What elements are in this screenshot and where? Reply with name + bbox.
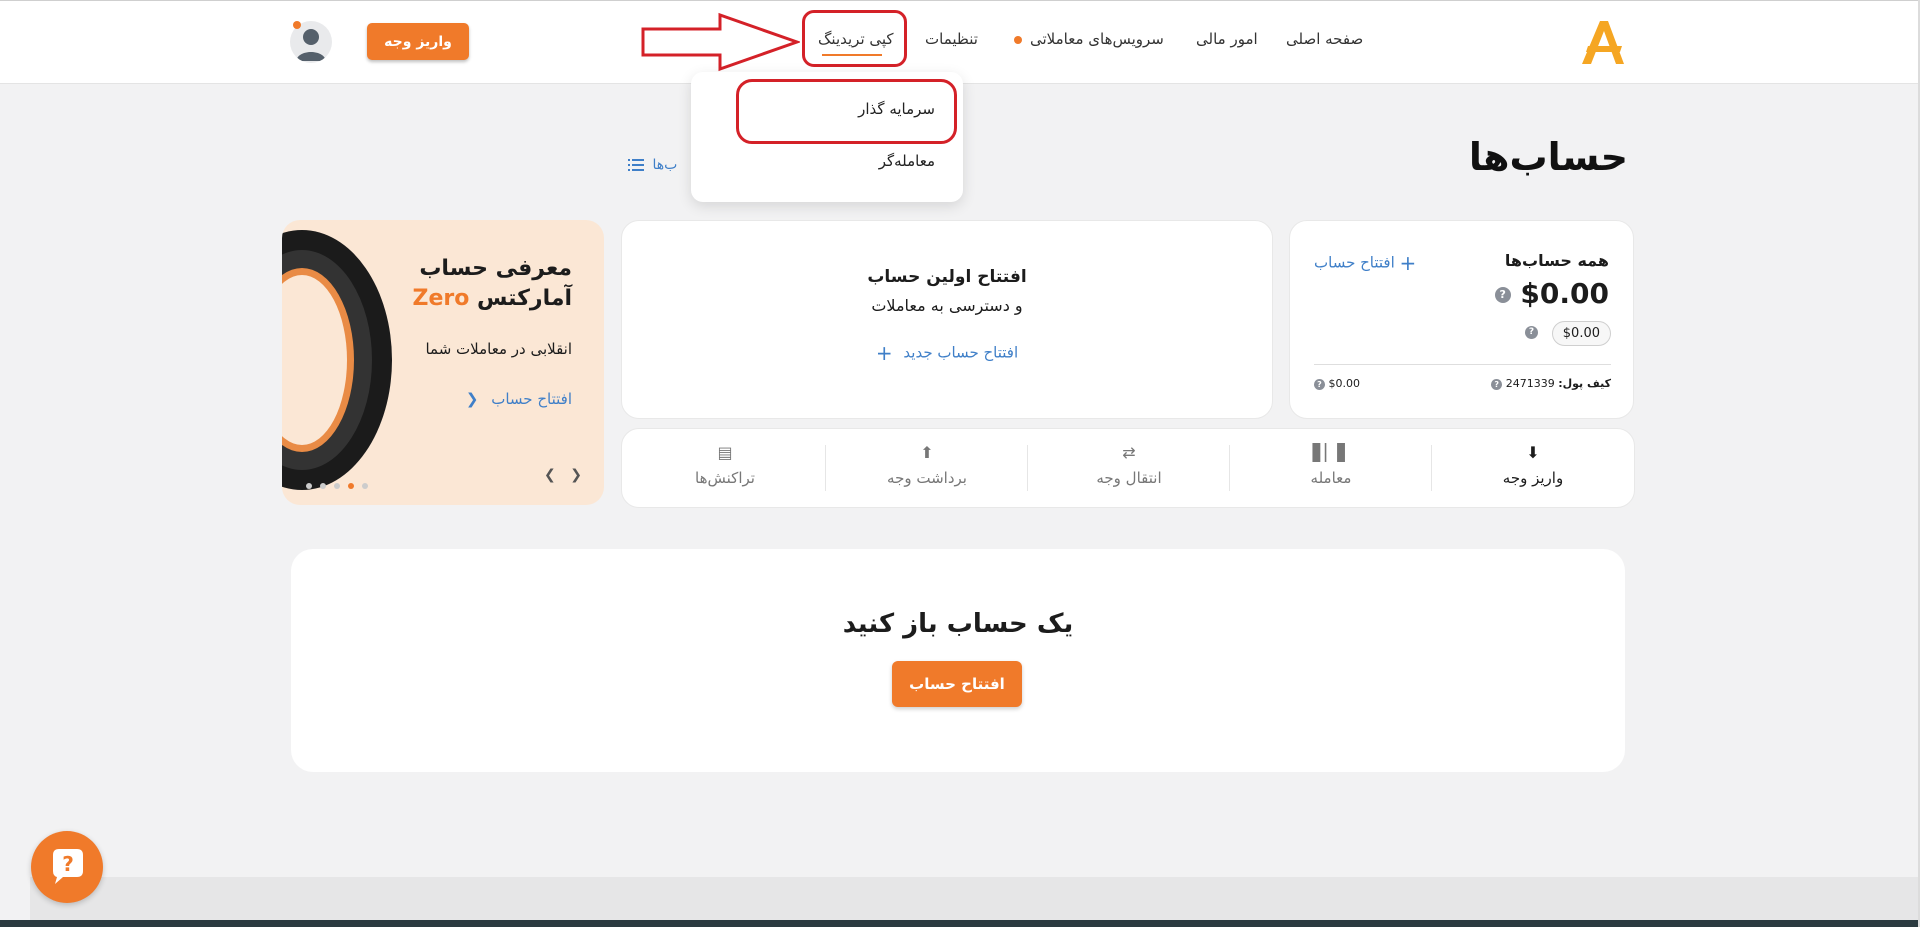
first-account-subtitle: و دسترسی به معاملات [871, 296, 1023, 315]
wallet-balance-value: $0.00 [1328, 377, 1361, 390]
action-transfer[interactable]: ⇄ انتقال وجه [1028, 429, 1230, 507]
open-account-cta-card: یک حساب باز کنید افتتاح حساب [291, 549, 1625, 772]
transfer-icon: ⇄ [1122, 443, 1136, 462]
page-title: حساب‌ها [1468, 135, 1628, 179]
open-account-link[interactable]: + افتتاح حساب [1314, 251, 1416, 275]
action-withdraw-label: برداشت وجه [887, 469, 967, 487]
carousel-nav: ❮ ❯ [544, 467, 582, 483]
help-icon[interactable]: ? [1525, 326, 1538, 339]
total-balance-value: $0.00 [1520, 277, 1609, 310]
upload-icon: ⬆ [920, 443, 934, 462]
help-icon[interactable]: ? [1314, 378, 1325, 390]
chevron-left-icon: ❮ [465, 390, 479, 408]
carousel-next-icon[interactable]: ❯ [570, 467, 582, 483]
carousel-dot-active[interactable] [348, 483, 354, 489]
plus-icon: + [875, 341, 893, 365]
wallet-info: کیف پول: 2471339 ? [1491, 377, 1611, 390]
wallet-label: کیف پول: [1558, 377, 1611, 390]
list-icon [628, 159, 644, 171]
promo-title: معرفی حساب آمارکتس Zero [413, 254, 572, 314]
deposit-button[interactable]: واریز وجه [367, 23, 469, 60]
nav-finance[interactable]: امور مالی [1196, 30, 1258, 48]
nav-trading-services-label: سرویس‌های معاملاتی [1030, 30, 1164, 48]
summary-title: همه حساب‌ها [1504, 251, 1609, 270]
action-trade-label: معامله [1310, 469, 1352, 487]
carousel-dot[interactable] [306, 483, 312, 489]
avatar-notification-dot [293, 21, 301, 29]
open-new-account-label: افتتاح حساب جدید [903, 343, 1019, 362]
notification-dot-icon [1014, 35, 1022, 44]
divider [1314, 364, 1611, 365]
annotation-arrow-icon [641, 12, 800, 72]
promo-carousel[interactable]: معرفی حساب آمارکتس Zero انقلابی در معامل… [282, 220, 604, 505]
carousel-prev-icon[interactable]: ❮ [544, 467, 556, 483]
help-chat-button[interactable]: ? [31, 831, 103, 903]
amarkets-logo-icon[interactable] [1578, 18, 1628, 66]
footer-bottom-bar [0, 920, 1918, 927]
action-deposit-label: واریز وجه [1502, 469, 1564, 487]
promo-title-line1: معرفی حساب [419, 256, 572, 281]
promo-description: انقلابی در معاملات شما [425, 340, 572, 358]
first-account-title: افتتاح اولین حساب [867, 267, 1027, 287]
open-new-account-link[interactable]: افتتاح حساب جدید + [622, 341, 1272, 365]
wallet-id: 2471339 [1505, 377, 1555, 390]
dropdown-item-trader[interactable]: معامله‌گر [879, 152, 935, 170]
carousel-dots [302, 474, 372, 493]
help-icon[interactable]: ? [1491, 378, 1503, 390]
nav-settings[interactable]: تنظیمات [925, 30, 978, 48]
promo-link-label: افتتاح حساب [491, 390, 572, 408]
accounts-summary-card: همه حساب‌ها + افتتاح حساب ? $0.00 $0.00 … [1289, 220, 1634, 419]
question-chat-icon: ? [53, 849, 83, 884]
accounts-list-link[interactable]: ب‌ها [628, 157, 677, 173]
total-balance: ? $0.00 [1494, 277, 1609, 310]
quick-actions-bar: ⬇ واریز وجه ▋▏▋ معامله ⇄ انتقال وجه ⬆ بر… [621, 428, 1635, 508]
help-icon[interactable]: ? [1494, 287, 1511, 303]
annotation-box-copy-trading [802, 10, 907, 67]
action-deposit[interactable]: ⬇ واریز وجه [1432, 429, 1634, 507]
plus-icon: + [1399, 251, 1417, 275]
open-account-label: افتتاح حساب [1314, 253, 1395, 272]
nav-home[interactable]: صفحه اصلی [1286, 30, 1363, 48]
promo-title-zero: Zero [412, 286, 470, 311]
receipt-icon: ▤ [717, 443, 733, 462]
action-transactions-label: تراکنش‌ها [695, 469, 755, 487]
candlestick-icon: ▋▏▋ [1312, 443, 1350, 462]
carousel-dot[interactable] [334, 483, 340, 489]
nav-trading-services[interactable]: سرویس‌های معاملاتی [1014, 30, 1164, 48]
first-account-card: افتتاح اولین حساب و دسترسی به معاملات اف… [621, 220, 1273, 419]
promo-open-account-link[interactable]: افتتاح حساب ❮ [466, 390, 572, 408]
download-icon: ⬇ [1526, 443, 1540, 462]
action-withdraw[interactable]: ⬆ برداشت وجه [826, 429, 1028, 507]
svg-text:?: ? [62, 852, 74, 876]
carousel-dot[interactable] [362, 483, 368, 489]
action-transactions[interactable]: ▤ تراکنش‌ها [624, 429, 826, 507]
annotation-box-investor [736, 79, 957, 144]
promo-title-brand: آمارکتس [477, 286, 572, 311]
action-transfer-label: انتقال وجه [1096, 469, 1162, 487]
action-trade[interactable]: ▋▏▋ معامله [1230, 429, 1432, 507]
zero-ring-image [282, 230, 392, 490]
accounts-list-label: ب‌ها [652, 157, 678, 173]
sub-balance-pill: $0.00 [1551, 321, 1611, 346]
wallet-balance: ? $0.00 [1314, 377, 1360, 390]
carousel-dot[interactable] [320, 483, 326, 489]
cta-title: یک حساب باز کنید [842, 609, 1074, 639]
open-account-button[interactable]: افتتاح حساب [892, 661, 1022, 707]
